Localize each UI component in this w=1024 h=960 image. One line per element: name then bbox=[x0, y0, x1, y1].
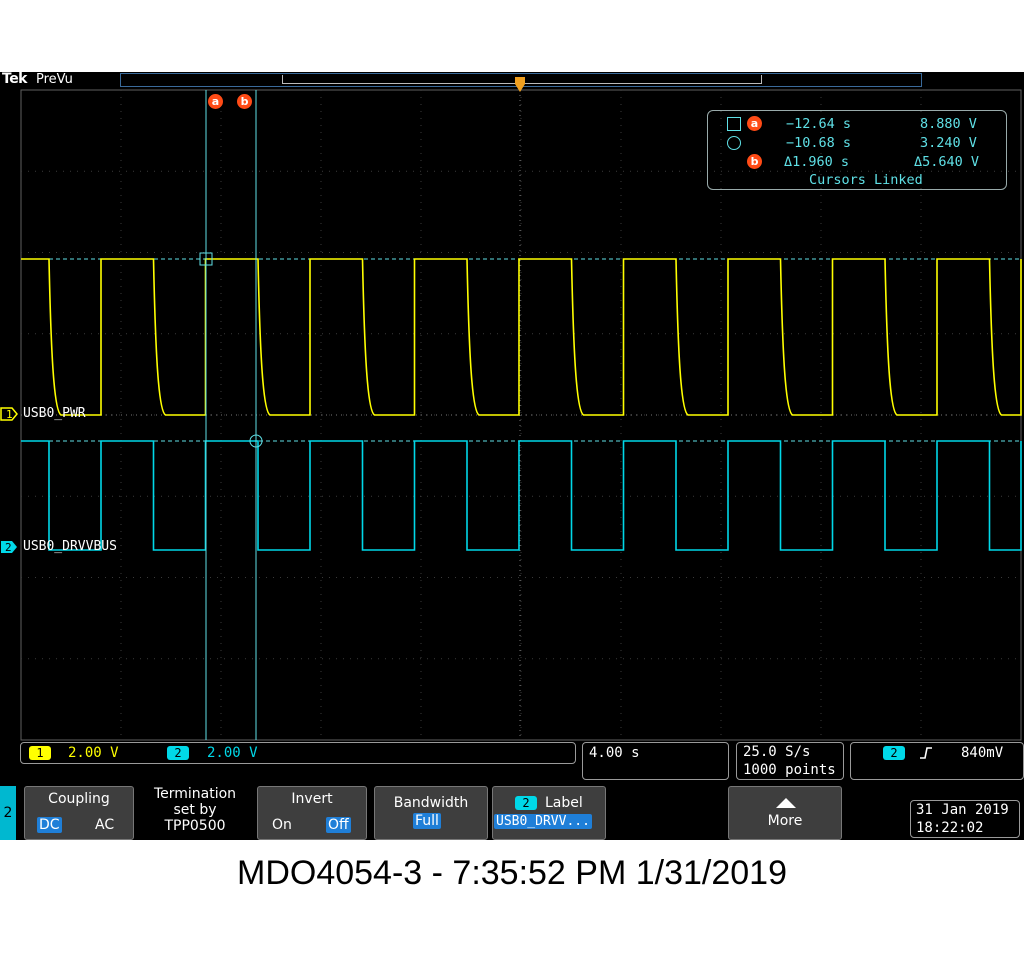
cursor-b-time: −10.68 s bbox=[786, 135, 852, 151]
ch2-marker-number: 2 bbox=[5, 541, 12, 554]
cursor-b-voltage: 3.240 V bbox=[920, 135, 977, 151]
cursor-b-marker[interactable]: b bbox=[237, 94, 252, 109]
trigger-level: 840mV bbox=[961, 745, 1004, 761]
time-value: 18:22:02 bbox=[916, 820, 984, 836]
cursor-a-voltage: 8.880 V bbox=[920, 116, 977, 132]
ch2-badge: 2 bbox=[167, 746, 189, 760]
ch2-scale: 2.00 V bbox=[207, 745, 258, 761]
termination-info: Termination set by TPP0500 bbox=[140, 786, 250, 834]
screenshot-caption: MDO4054-3 - 7:35:52 PM 1/31/2019 bbox=[237, 854, 787, 892]
coupling-title: Coupling bbox=[48, 791, 110, 807]
cursor-a-marker[interactable]: a bbox=[208, 94, 223, 109]
label-button[interactable]: 2 Label USB0_DRVV... bbox=[492, 786, 606, 840]
more-title: More bbox=[767, 813, 803, 829]
label-channel-badge: 2 bbox=[515, 796, 537, 810]
ch1-ground-marker-icon[interactable]: 1 bbox=[0, 407, 18, 421]
coupling-dc-option[interactable]: DC bbox=[37, 817, 62, 833]
ch1-scale: 2.00 V bbox=[68, 745, 119, 761]
ch2-label: USB0_DRVVBUS bbox=[23, 539, 117, 554]
channel-menu-bar: 2 Coupling DC AC Termination set by TPP0… bbox=[0, 784, 1024, 840]
termination-line3: TPP0500 bbox=[164, 818, 226, 834]
termination-line1: Termination bbox=[153, 786, 237, 802]
bandwidth-title: Bandwidth bbox=[393, 795, 469, 811]
timebase-value: 4.00 s bbox=[589, 745, 640, 761]
invert-button[interactable]: Invert On Off bbox=[257, 786, 367, 840]
square-cursor-icon bbox=[727, 117, 741, 131]
trigger-channel-badge: 2 bbox=[883, 746, 905, 760]
bandwidth-button[interactable]: Bandwidth Full bbox=[374, 786, 488, 840]
oscilloscope-screen: Tek PreVu a b a −12.64 s 8.880 V −10.68 … bbox=[0, 72, 1024, 840]
rising-edge-icon bbox=[920, 747, 932, 759]
trigger-box[interactable]: 2 840mV bbox=[850, 742, 1024, 780]
ch2-ground-marker-icon[interactable]: 2 bbox=[0, 540, 18, 554]
more-button[interactable]: More bbox=[728, 786, 842, 840]
invert-on-option[interactable]: On bbox=[272, 817, 292, 833]
date-value: 31 Jan 2019 bbox=[916, 802, 1009, 818]
ch1-badge: 1 bbox=[29, 746, 51, 760]
coupling-ac-option[interactable]: AC bbox=[95, 817, 114, 833]
ch2-waveform bbox=[21, 440, 1022, 551]
coupling-button[interactable]: Coupling DC AC bbox=[24, 786, 134, 840]
invert-off-option[interactable]: Off bbox=[326, 817, 351, 833]
status-bar: 1 2.00 V 2 2.00 V 4.00 s 25.0 S/s 1000 p… bbox=[20, 742, 1024, 782]
delta-voltage: Δ5.640 V bbox=[914, 154, 980, 170]
cursor-a-badge: a bbox=[747, 116, 762, 131]
cursor-b-badge: b bbox=[747, 154, 762, 169]
channel-menu-tab[interactable]: 2 bbox=[0, 786, 16, 840]
ch1-marker-number: 1 bbox=[6, 408, 13, 421]
cursors-linked-label: Cursors Linked bbox=[809, 172, 923, 188]
record-length: 1000 points bbox=[743, 762, 836, 778]
label-title: Label bbox=[545, 795, 583, 811]
cursor-readout-panel: a −12.64 s 8.880 V −10.68 s 3.240 V b Δ1… bbox=[707, 110, 1007, 190]
termination-line2: set by bbox=[173, 802, 217, 818]
label-value: USB0_DRVV... bbox=[494, 814, 592, 829]
ch1-label: USB0_PWR bbox=[23, 406, 86, 421]
invert-title: Invert bbox=[291, 791, 333, 807]
sample-rate: 25.0 S/s bbox=[743, 744, 811, 760]
up-arrow-icon bbox=[776, 798, 796, 808]
channel-scale-box[interactable]: 1 2.00 V 2 2.00 V bbox=[20, 742, 576, 764]
cursor-a-time: −12.64 s bbox=[786, 116, 852, 132]
timebase-box[interactable]: 4.00 s bbox=[582, 742, 729, 780]
circle-cursor-icon bbox=[727, 136, 741, 150]
acquisition-box[interactable]: 25.0 S/s 1000 points bbox=[736, 742, 844, 780]
bandwidth-value: Full bbox=[413, 813, 441, 829]
delta-time: Δ1.960 s bbox=[784, 154, 850, 170]
date-time-box: 31 Jan 2019 18:22:02 bbox=[910, 800, 1020, 838]
